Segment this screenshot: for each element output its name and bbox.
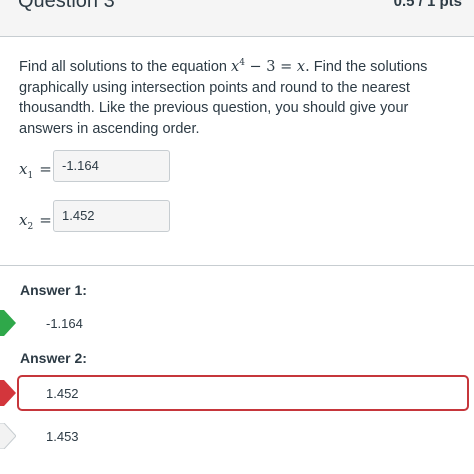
x2-label: x2 = [19, 211, 52, 232]
x2-value: 1.452 [62, 208, 95, 223]
answer-2-correct-value: 1.453 [46, 429, 79, 444]
answer-1-label: Answer 1: [20, 282, 87, 298]
answer-2-value: 1.452 [46, 386, 79, 401]
question-title: Question 3 [18, 0, 115, 12]
answer-1-value: -1.164 [46, 316, 83, 331]
x1-input[interactable]: -1.164 [53, 150, 170, 182]
x2-input[interactable]: 1.452 [53, 200, 170, 232]
equation-rhs: x [296, 59, 306, 75]
question-text: Find all solutions to the equation x4 − … [19, 57, 464, 139]
x1-value: -1.164 [62, 158, 99, 173]
answer-2-label: Answer 2: [20, 350, 87, 366]
equation-base: x [231, 59, 240, 75]
equation-end: . [305, 59, 310, 75]
correct-marker-icon [0, 310, 16, 336]
question-intro: Find all solutions to the equation [19, 59, 227, 75]
question-score: 0.5 / 1 pts [393, 0, 462, 10]
selected-answer-box [17, 375, 469, 411]
x1-label: x1 = [19, 160, 52, 181]
incorrect-marker-icon [0, 380, 16, 406]
correct-answer-marker-icon [0, 423, 16, 449]
equation: x4 − 3 = x. [231, 59, 314, 75]
equation-rest: − 3 = [244, 59, 297, 75]
question-header: Question 3 0.5 / 1 pts [0, 0, 474, 37]
divider [0, 265, 474, 266]
